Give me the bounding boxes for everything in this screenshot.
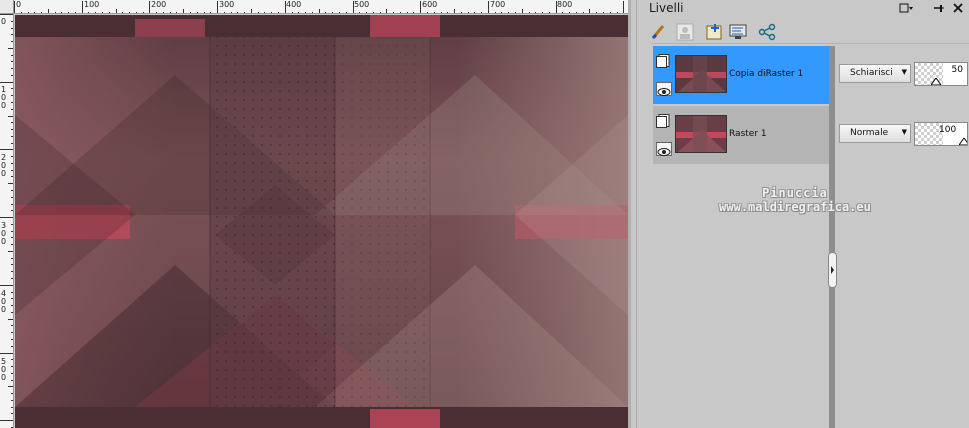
pin-icon xyxy=(934,5,944,12)
opacity-marker-icon xyxy=(959,138,967,145)
panel-close-button[interactable] xyxy=(951,1,965,15)
new-layer-icon xyxy=(706,24,722,40)
new-layer-button[interactable] xyxy=(705,22,725,42)
blend-mode-select[interactable]: Schiarisci ▼ xyxy=(839,64,911,83)
layer-thumbnail xyxy=(675,115,727,153)
ruler-corner xyxy=(0,0,14,14)
ruler-left-label: 4 0 0 xyxy=(1,289,7,314)
thumbnail-art xyxy=(676,116,726,152)
watermark-author: Pinuccia xyxy=(762,186,828,200)
panel-collapse-handle[interactable] xyxy=(828,252,837,288)
layer-name: Raster 1 xyxy=(729,129,767,139)
canvas-artwork xyxy=(15,15,628,428)
layer-row-copia-di-raster-1[interactable]: Copia diRaster 1 xyxy=(653,46,829,104)
app-root: 0 100 200 300 400 500 600 700 800 0 1 0 … xyxy=(0,0,969,428)
layer-properties-icon xyxy=(729,24,747,39)
brush-button[interactable] xyxy=(649,22,669,42)
share-icon xyxy=(758,23,776,41)
watermark: Pinuccia www.maldiregrafica.eu xyxy=(695,186,895,214)
ruler-left[interactable]: 0 1 0 0 2 0 0 3 0 0 4 0 0 5 0 0 xyxy=(0,14,14,428)
blend-mode-value: Schiarisci xyxy=(850,68,893,78)
blend-mode-value: Normale xyxy=(850,128,889,138)
eye-icon[interactable] xyxy=(656,82,672,96)
layers-list: Copia diRaster 1 Raster 1 xyxy=(653,46,829,164)
toolbar-divider xyxy=(651,43,969,44)
mask-icon xyxy=(676,23,694,41)
ruler-top-label: 100 xyxy=(84,0,100,9)
dropdown-arrow-icon: ▼ xyxy=(901,68,907,76)
close-icon xyxy=(953,3,963,13)
layer-properties-button[interactable] xyxy=(729,22,749,42)
opacity-value: 50 xyxy=(951,65,963,75)
opacity-marker-icon xyxy=(931,78,941,85)
ruler-top-label: 400 xyxy=(286,0,302,9)
opacity-value: 100 xyxy=(939,125,957,135)
eye-glyph xyxy=(657,148,671,156)
image-canvas[interactable] xyxy=(15,15,628,428)
ruler-top-label: 200 xyxy=(151,0,167,9)
blend-mode-select[interactable]: Normale ▼ xyxy=(839,124,911,143)
window-menu-icon xyxy=(899,3,913,13)
paper-icon[interactable] xyxy=(656,114,670,128)
ruler-top[interactable]: 0 100 200 300 400 500 600 700 800 xyxy=(14,0,628,14)
panel-menu-button[interactable] xyxy=(899,1,913,15)
ruler-left-label: 2 0 0 xyxy=(1,153,7,178)
canvas-scrollbar[interactable] xyxy=(628,0,631,428)
ruler-top-label: 600 xyxy=(422,0,438,9)
ruler-top-label: 300 xyxy=(219,0,235,9)
share-button[interactable] xyxy=(757,22,777,42)
panel-title: Livelli xyxy=(649,1,684,15)
brush-icon xyxy=(651,25,665,40)
watermark-url: www.maldiregrafica.eu xyxy=(719,200,871,214)
thumbnail-art xyxy=(676,56,726,92)
ruler-left-label: 0 xyxy=(1,17,7,26)
collapse-arrow-icon xyxy=(831,266,834,274)
eye-icon[interactable] xyxy=(656,142,672,156)
ruler-top-label: 500 xyxy=(354,0,370,9)
ruler-top-label: 700 xyxy=(490,0,506,9)
layers-panel: Livelli Copia diRaster 1 Raster 1 Schiar… xyxy=(636,0,969,428)
opacity-slider[interactable]: 100 xyxy=(914,122,968,146)
layers-scrollbar[interactable] xyxy=(829,46,835,428)
ruler-left-label: 3 0 0 xyxy=(1,221,7,246)
ruler-top-label: 0 xyxy=(16,0,22,9)
ruler-top-label: 800 xyxy=(557,0,573,9)
ruler-top-ticks xyxy=(14,1,624,13)
layer-icons xyxy=(656,114,672,158)
eye-glyph xyxy=(657,88,671,96)
layer-icons xyxy=(656,54,672,98)
ruler-left-label: 5 0 0 xyxy=(1,357,7,382)
layer-thumbnail xyxy=(675,55,727,93)
panel-pin-button[interactable] xyxy=(931,1,945,15)
opacity-slider[interactable]: 50 xyxy=(914,62,968,86)
layer-name: Copia diRaster 1 xyxy=(729,69,804,79)
ruler-left-label: 1 0 0 xyxy=(1,85,7,110)
dropdown-arrow-icon: ▼ xyxy=(901,128,907,136)
canvas-area: 0 100 200 300 400 500 600 700 800 0 1 0 … xyxy=(0,0,631,428)
mask-button[interactable] xyxy=(675,22,695,42)
layer-row-raster-1[interactable]: Raster 1 xyxy=(653,106,829,164)
paper-icon[interactable] xyxy=(656,54,670,68)
